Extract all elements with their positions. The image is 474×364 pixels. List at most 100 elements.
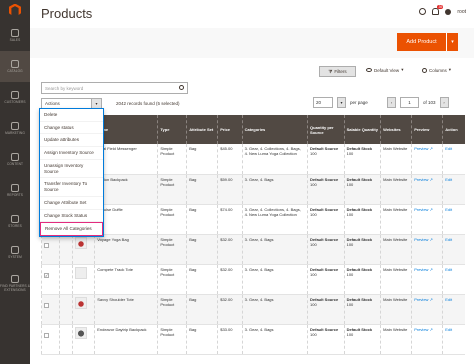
next-page-button[interactable]: › [439,97,449,108]
edit-link[interactable]: Edit [445,267,452,272]
sidebar-item-stores[interactable]: Stores [0,206,30,237]
pagination: ‹ 1 of 103 › [387,97,449,108]
page-number-input[interactable]: 1 [400,97,419,108]
table-row[interactable]: Endeavor Daytrip Backpack Simple Product B… [41,324,465,355]
source-qty: 100 [310,241,317,247]
user-icon[interactable] [445,8,452,15]
column-header-attribute-set[interactable]: Attribute Set [186,115,218,144]
sidebar-item-find-partners-extensions[interactable]: Find Partners & Extensions [0,268,30,299]
salable-quantity-cell: Default Stock 100 [343,324,381,355]
name-cell: Impulse Duffle [94,204,158,235]
sidebar-item-label: Stores [8,223,22,228]
column-header-name[interactable]: Name [94,115,158,144]
table-row[interactable]: Voyage Yoga Bag Simple Product Bag $32.00 3.… [41,234,465,265]
id-cell [58,264,73,295]
attribute-set-cell: Bag [186,294,218,325]
menu-item-unassign-inventory-source[interactable]: Unassign Inventory Source [40,160,103,179]
categories-cell: 3. Gear, 4. Bags [241,174,308,205]
preview-link[interactable]: Preview ↗ [414,207,433,212]
table-row[interactable]: Impulse Duffle Simple Product Bag $74.00 3. … [41,204,465,235]
menu-item-transfer-inventory-to-source[interactable]: Transfer Inventory To Source [40,178,103,197]
sidebar-item-reports[interactable]: Reports [0,175,30,206]
edit-link[interactable]: Edit [445,297,452,302]
row-checkbox[interactable] [44,332,49,338]
store-icon [11,214,19,223]
action-cell: Edit [442,174,465,205]
row-checkbox[interactable] [44,242,49,248]
categories-cell: 3. Gear, 4. Collections, 4. Bags, 4. New… [241,144,308,175]
sidebar-item-marketing[interactable]: Marketing [0,113,30,144]
menu-item-change-attribute-set[interactable]: Change Attribute Set [40,197,103,210]
sidebar-item-system[interactable]: System [0,237,30,268]
attribute-set-cell: Bag [186,234,218,265]
previous-page-button[interactable]: ‹ [387,97,396,108]
price-cell: $74.00 [217,204,243,235]
column-header-categories[interactable]: Categories [241,115,308,144]
type-cell: Simple Product [157,324,187,355]
preview-link[interactable]: Preview ↗ [414,146,433,151]
user-name[interactable]: root [457,9,466,15]
gear-icon [11,245,19,254]
type-cell: Simple Product [157,234,187,265]
row-checkbox[interactable] [44,302,49,308]
preview-link[interactable]: Preview ↗ [414,327,433,332]
websites-cell: Main Website [380,174,412,205]
per-page-dropdown-button[interactable]: ▾ [337,97,346,108]
sidebar-item-sales[interactable]: Sales [0,20,30,51]
salable-qty: 100 [346,331,354,337]
salable-qty: 100 [346,241,354,247]
edit-link[interactable]: Edit [445,207,452,212]
column-header-type[interactable]: Type [157,115,187,144]
search-icon[interactable] [419,8,427,15]
quantity-per-source-cell: Default Source 100 [307,204,345,235]
edit-link[interactable]: Edit [445,327,452,332]
edit-link[interactable]: Edit [445,146,452,151]
sidebar-item-catalog[interactable]: Catalog [0,51,30,82]
sidebar-item-content[interactable]: Content [0,144,30,175]
add-product-button[interactable]: Add Product [397,33,446,51]
preview-link[interactable]: Preview ↗ [414,177,433,182]
categories-cell: 3. Gear, 4. Bags [241,264,308,295]
source-qty: 100 [310,151,317,156]
table-row[interactable]: Savvy Shoulder Tote Simple Product Bag $32.… [41,294,465,325]
edit-link[interactable]: Edit [445,177,452,182]
attribute-set-cell: Bag [186,204,218,235]
column-header-websites[interactable]: Websites [380,115,412,144]
id-cell [58,234,73,265]
bell-icon[interactable]: 39 [432,5,444,15]
columns-label: Columns [429,67,447,73]
filter-icon: ⧩ [328,69,333,74]
per-page-input[interactable]: 20 [313,97,333,108]
quantity-per-source-cell: Default Source 100 [307,294,345,325]
chevron-down-icon: ▾ [451,39,454,45]
menu-item-delete[interactable]: Delete [40,109,103,122]
preview-link[interactable]: Preview ↗ [414,297,433,302]
type-cell: Simple Product [157,264,187,295]
magento-logo[interactable] [0,0,30,20]
filters-button[interactable]: ⧩ Filters [319,66,356,77]
table-row[interactable]: Rival Field Messenger Simple Product Bag $4… [41,144,465,175]
thumbnail-cell [72,264,95,295]
table-row[interactable]: Fusion Backpack Simple Product Bag $59.00 3.… [41,174,465,205]
column-header-salable-quantity[interactable]: Salable Quantity [343,115,381,144]
column-header-quantity-per-source[interactable]: Quantity per Source [307,115,345,144]
menu-item-change-status[interactable]: Change status [40,122,103,135]
menu-item-assign-inventory-source[interactable]: Assign Inventory Source [40,147,103,160]
menu-item-change-stock-status[interactable]: Change Stock Status [40,210,103,223]
preview-link[interactable]: Preview ↗ [414,267,433,272]
table-row[interactable]: ✓ Compete Track Tote Simple Product Bag $32.… [41,264,465,295]
column-header-price[interactable]: Price [217,115,243,144]
sidebar-item-customers[interactable]: Customers [0,82,30,113]
menu-item-remove-all-categories[interactable]: Remove All Categories [40,222,103,237]
view-switcher[interactable]: Default View ▾ [366,67,403,73]
megaphone-icon [11,121,19,130]
row-checkbox[interactable]: ✓ [44,272,49,278]
menu-item-update-attributes[interactable]: Update attributes [40,134,103,148]
columns-control[interactable]: Columns ▾ [422,67,451,73]
row-select-cell [41,324,60,355]
search-icon[interactable] [179,85,184,90]
add-product-split-toggle[interactable]: ▾ [446,33,458,51]
preview-link[interactable]: Preview ↗ [414,237,433,242]
edit-link[interactable]: Edit [445,237,452,242]
search-input[interactable]: Search by keyword [41,82,188,94]
